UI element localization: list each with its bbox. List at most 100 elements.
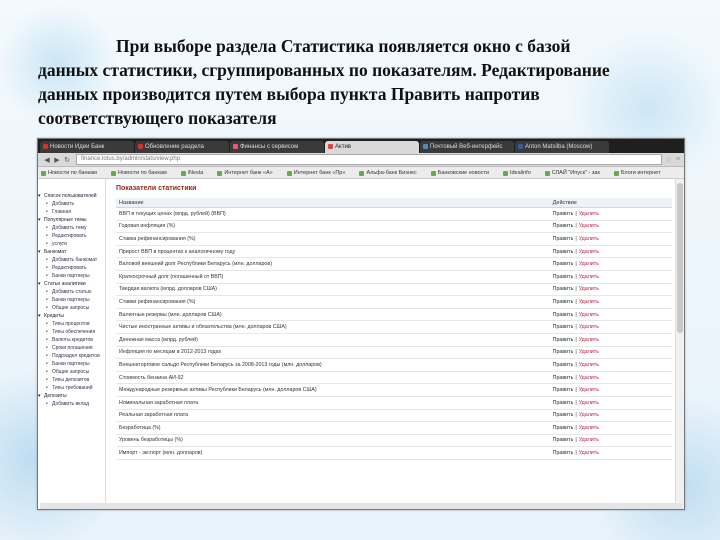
horizontal-scrollbar[interactable]: [40, 503, 682, 509]
sidebar-item[interactable]: Подраздел кредитов: [38, 353, 105, 359]
action-separator: |: [575, 273, 577, 280]
sidebar-item[interactable]: Типы обеспечения: [38, 329, 105, 335]
delete-link[interactable]: Удалить: [579, 425, 599, 431]
edit-link[interactable]: Править: [553, 223, 574, 229]
delete-link[interactable]: Удалить: [579, 324, 599, 330]
delete-link[interactable]: Удалить: [579, 349, 599, 355]
browser-tab-active[interactable]: Актив: [325, 141, 419, 153]
browser-tab[interactable]: Финансы с сервисом: [230, 141, 324, 153]
delete-link[interactable]: Удалить: [579, 437, 599, 443]
bookmark-item[interactable]: iNesta: [180, 170, 203, 176]
sidebar-item[interactable]: Банки партнеры: [38, 273, 105, 279]
vertical-scrollbar[interactable]: [675, 179, 684, 509]
browser-tab[interactable]: Новости Идеи Банк: [40, 141, 134, 153]
sidebar-item[interactable]: Главная: [38, 209, 105, 215]
edit-link[interactable]: Править: [553, 312, 574, 318]
browser-tab[interactable]: Почтовый Веб-интерфейс: [420, 141, 514, 153]
sidebar-section[interactable]: Кредиты: [38, 313, 105, 319]
edit-link[interactable]: Править: [553, 375, 574, 381]
action-separator: |: [575, 437, 577, 444]
edit-link[interactable]: Править: [553, 324, 574, 330]
back-icon[interactable]: ◀: [42, 156, 52, 164]
sidebar-item[interactable]: Типы процентов: [38, 321, 105, 327]
bookmark-item[interactable]: Новости по банкам: [110, 170, 167, 176]
sidebar-item[interactable]: Добавить тему: [38, 225, 105, 231]
table-row: Уровень безработицы (%) Править | Удалить: [116, 434, 672, 448]
sidebar-item[interactable]: Типы требований: [38, 385, 105, 391]
delete-link[interactable]: Удалить: [579, 211, 599, 217]
delete-link[interactable]: Удалить: [579, 274, 599, 280]
delete-link[interactable]: Удалить: [579, 362, 599, 368]
edit-link[interactable]: Править: [553, 286, 574, 292]
bookmark-item[interactable]: Интернет банк «Пр»: [286, 170, 345, 176]
bookmark-item[interactable]: СЛАЙ "Ипуск" - зак: [544, 170, 600, 176]
sidebar-item[interactable]: Сроки погашения: [38, 345, 105, 351]
sidebar-section[interactable]: Банкомат: [38, 249, 105, 255]
bookmark-item[interactable]: Idealinfo: [502, 170, 531, 176]
delete-link[interactable]: Удалить: [579, 450, 599, 456]
delete-link[interactable]: Удалить: [579, 261, 599, 267]
sidebar-section[interactable]: Популярные темы: [38, 217, 105, 223]
delete-link[interactable]: Удалить: [579, 249, 599, 255]
edit-link[interactable]: Править: [553, 450, 574, 456]
delete-link[interactable]: Удалить: [579, 400, 599, 406]
edit-link[interactable]: Править: [553, 236, 574, 242]
sidebar-item[interactable]: услуги: [38, 241, 105, 247]
edit-link[interactable]: Править: [553, 362, 574, 368]
sidebar-section[interactable]: Депозиты: [38, 393, 105, 399]
delete-link[interactable]: Удалить: [579, 412, 599, 418]
sidebar-item[interactable]: Общие запросы: [38, 369, 105, 375]
star-icon[interactable]: ☆: [666, 156, 672, 164]
row-actions: Править | Удалить: [549, 434, 672, 448]
edit-link[interactable]: Править: [553, 412, 574, 418]
sidebar-item[interactable]: Типы депозитов: [38, 377, 105, 383]
delete-link[interactable]: Удалить: [579, 236, 599, 242]
edit-link[interactable]: Править: [553, 274, 574, 280]
edit-link[interactable]: Править: [553, 249, 574, 255]
sidebar-item[interactable]: Валюты кредитов: [38, 337, 105, 343]
delete-link[interactable]: Удалить: [579, 299, 599, 305]
forward-icon[interactable]: ▶: [52, 156, 62, 164]
page-content: Список пользователей Добавить Главная Попул…: [38, 179, 684, 509]
sidebar-section[interactable]: Список пользователей: [38, 193, 105, 199]
url-input[interactable]: finance.lotus.by/admin/stats/view.php: [76, 154, 662, 165]
sidebar-item[interactable]: Редактировать: [38, 265, 105, 271]
action-separator: |: [575, 361, 577, 368]
edit-link[interactable]: Править: [553, 400, 574, 406]
delete-link[interactable]: Удалить: [579, 337, 599, 343]
sidebar-item[interactable]: Добавить банкомат: [38, 257, 105, 263]
bookmark-item[interactable]: Новости по банкам: [41, 170, 97, 176]
indicator-name: Твердая валюта (млрд. долларов США): [116, 283, 550, 297]
delete-link[interactable]: Удалить: [579, 223, 599, 229]
scrollbar-thumb[interactable]: [677, 183, 683, 333]
edit-link[interactable]: Править: [553, 337, 574, 343]
edit-link[interactable]: Править: [553, 425, 574, 431]
sidebar-item[interactable]: Банки партнеры: [38, 297, 105, 303]
bookmark-item[interactable]: Блоги интернет: [613, 170, 660, 176]
browser-tab[interactable]: Обновление раздела: [135, 141, 229, 153]
delete-link[interactable]: Удалить: [579, 312, 599, 318]
browser-tab[interactable]: Anton Matsilba (Moscow): [515, 141, 609, 153]
edit-link[interactable]: Править: [553, 211, 574, 217]
sidebar-item[interactable]: Добавить статью: [38, 289, 105, 295]
edit-link[interactable]: Править: [553, 261, 574, 267]
delete-link[interactable]: Удалить: [579, 286, 599, 292]
edit-link[interactable]: Править: [553, 299, 574, 305]
bookmark-item[interactable]: Банковские новости: [430, 170, 489, 176]
sidebar-item[interactable]: Общие запросы: [38, 305, 105, 311]
sidebar-item[interactable]: Добавить: [38, 201, 105, 207]
menu-icon[interactable]: ≡: [676, 156, 680, 163]
edit-link[interactable]: Править: [553, 349, 574, 355]
reload-icon[interactable]: ↻: [62, 156, 72, 164]
sidebar-item[interactable]: Банки партнеры: [38, 361, 105, 367]
sidebar-item[interactable]: Редактировать: [38, 233, 105, 239]
delete-link[interactable]: Удалить: [579, 375, 599, 381]
edit-link[interactable]: Править: [553, 437, 574, 443]
table-row: Стоимость бензина АИ-92 Править | Удалить: [116, 371, 672, 385]
sidebar-section[interactable]: Статьи аналитики: [38, 281, 105, 287]
edit-link[interactable]: Править: [553, 387, 574, 393]
bookmark-item[interactable]: Альфа-банк Бизнес: [359, 170, 417, 176]
delete-link[interactable]: Удалить: [579, 387, 599, 393]
sidebar-item[interactable]: Добавить вклад: [38, 401, 105, 407]
bookmark-item[interactable]: Интернет банк «А»: [217, 170, 273, 176]
